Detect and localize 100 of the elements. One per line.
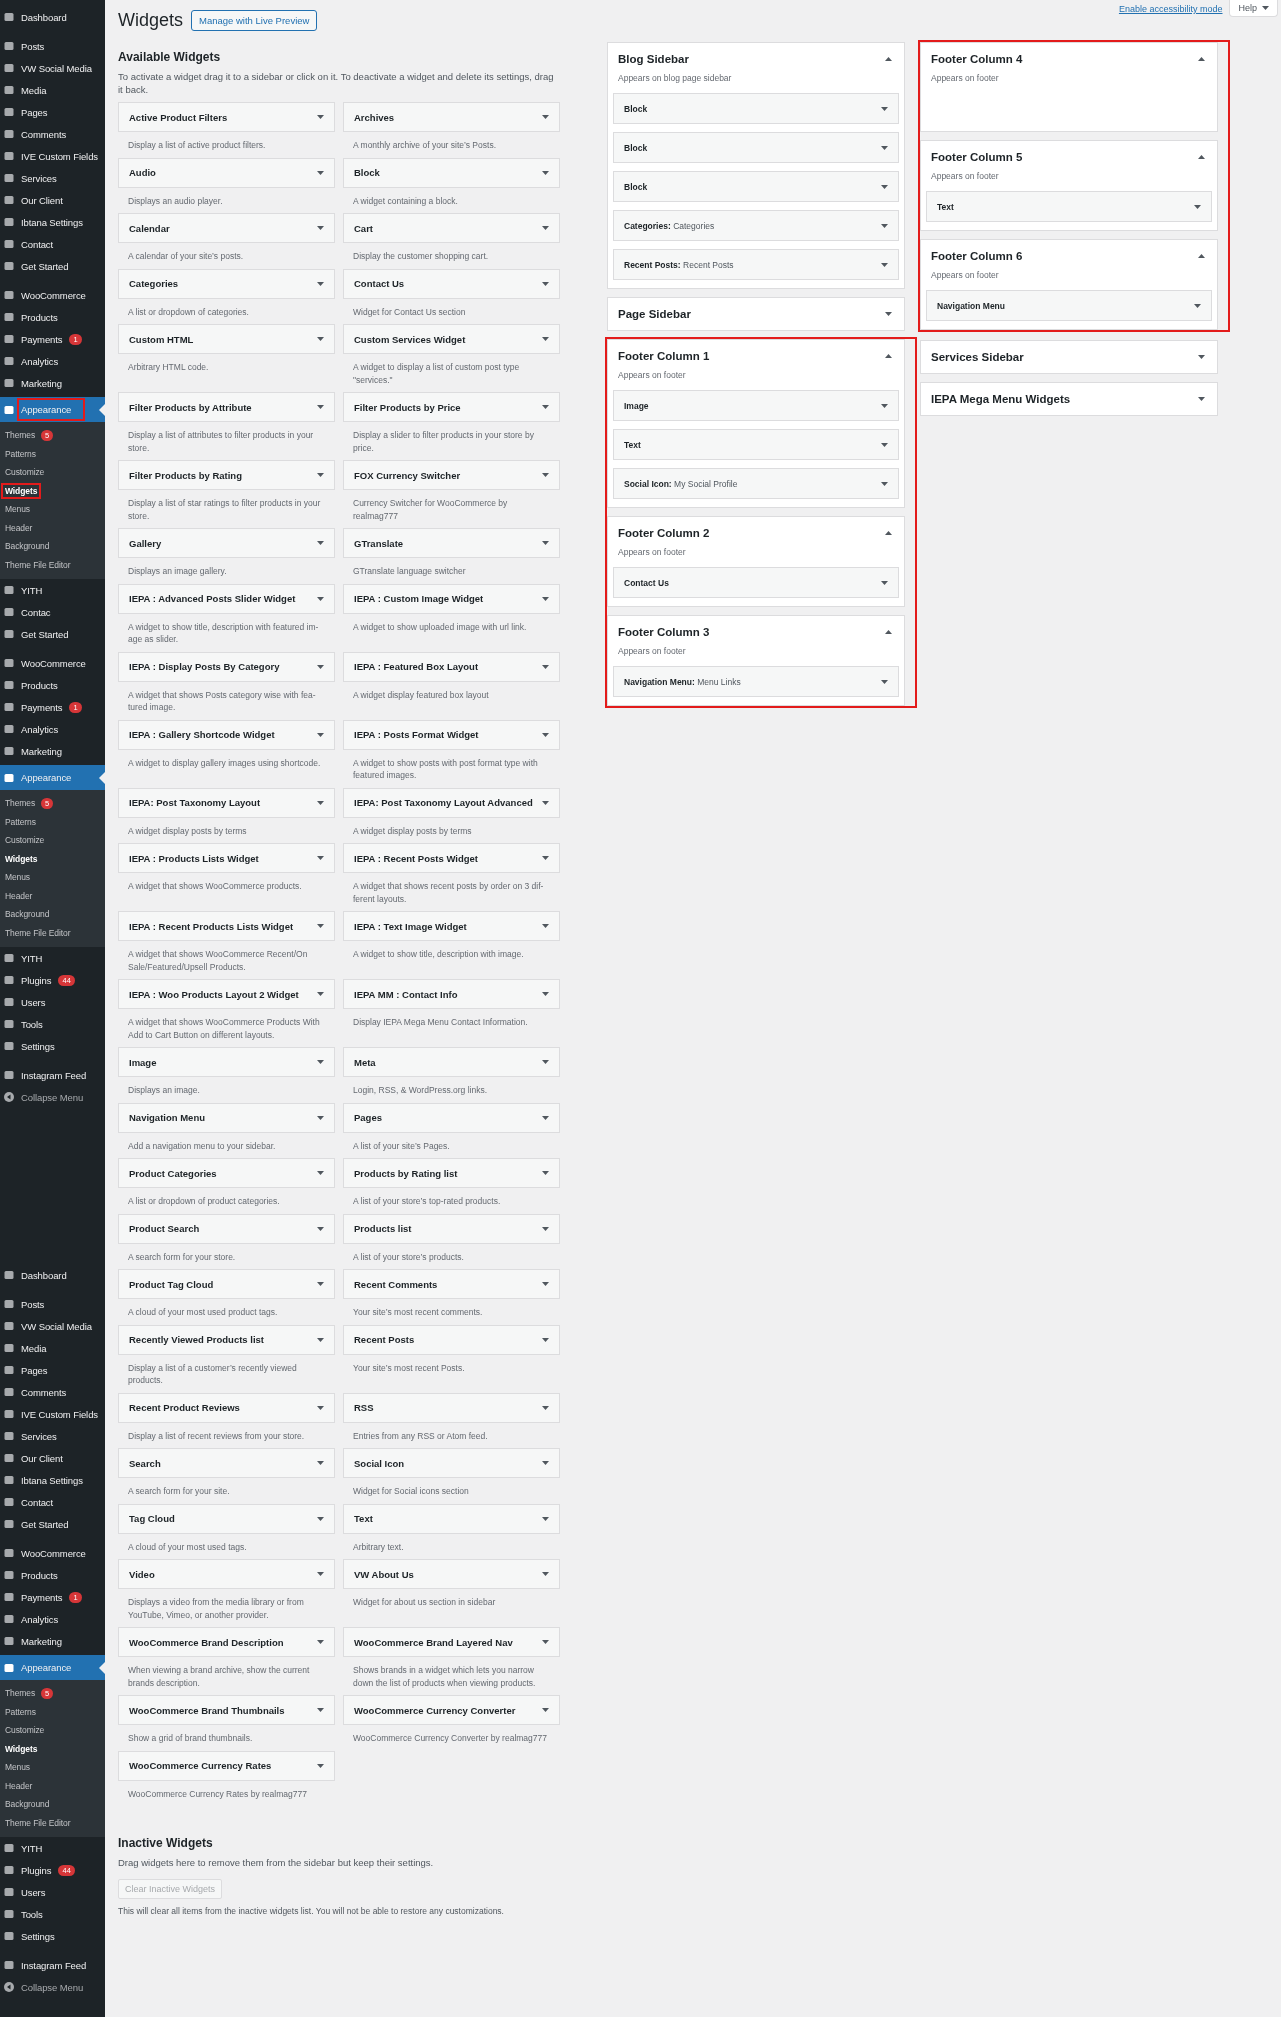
submenu-item[interactable]: Patterns xyxy=(3,447,38,460)
menu-item[interactable]: Get Started xyxy=(19,1517,71,1531)
menu-item[interactable]: Our Client xyxy=(19,1451,65,1465)
submenu-item[interactable]: Themes xyxy=(3,1687,38,1700)
menu-item[interactable]: Comments xyxy=(19,127,69,141)
widget-item[interactable]: Contact Us xyxy=(343,268,560,299)
menu-item[interactable]: Analytics xyxy=(19,1612,61,1626)
widget-item[interactable]: Block xyxy=(613,132,899,163)
submenu-item[interactable]: Background xyxy=(3,540,52,553)
menu-item[interactable]: Pages xyxy=(19,1363,50,1377)
submenu-item[interactable]: Theme File Editor xyxy=(3,1816,73,1829)
menu-item[interactable]: Instagram Feed xyxy=(19,1068,89,1082)
submenu-item[interactable]: Widgets xyxy=(3,484,40,497)
submenu-item[interactable]: Header xyxy=(3,1779,35,1792)
widget-item[interactable]: Navigation Menu: Menu Links xyxy=(613,666,899,697)
submenu-item[interactable]: Menus xyxy=(3,871,32,884)
help-button[interactable]: Help xyxy=(1229,0,1278,17)
submenu-item[interactable]: Header xyxy=(3,889,35,902)
area-title[interactable]: Footer Column 1 xyxy=(618,350,710,362)
widget-item[interactable]: WooCommerce Currency Converter xyxy=(343,1695,560,1725)
widget-item[interactable]: Meta xyxy=(343,1047,560,1077)
widget-item[interactable]: IEPA MM : Contact Info xyxy=(343,979,560,1009)
widget-item[interactable]: Recent Posts xyxy=(343,1324,560,1355)
widget-item[interactable]: Block xyxy=(613,93,899,124)
widget-item[interactable]: Categories xyxy=(118,268,335,299)
menu-item[interactable]: IVE Custom Fields xyxy=(19,1407,100,1421)
menu-item[interactable]: YITH xyxy=(19,583,45,597)
menu-item[interactable]: Pages xyxy=(19,105,50,119)
area-title[interactable]: Blog Sidebar xyxy=(618,53,689,65)
menu-item[interactable]: Comments xyxy=(19,1385,69,1399)
menu-item[interactable]: Marketing xyxy=(19,376,64,390)
widget-item[interactable]: Contact Us xyxy=(613,567,899,598)
widget-item[interactable]: IEPA : Recent Posts Widget xyxy=(343,843,560,873)
menu-item[interactable]: Posts xyxy=(19,39,47,53)
widget-item[interactable]: IEPA : Text Image Widget xyxy=(343,911,560,941)
menu-item[interactable]: Marketing xyxy=(19,1634,64,1648)
widget-item[interactable]: Recent Comments xyxy=(343,1269,560,1299)
menu-item[interactable]: Users xyxy=(19,1885,48,1899)
widget-item[interactable]: Tag Cloud xyxy=(118,1503,335,1534)
widget-item[interactable]: Recently Viewed Products list xyxy=(118,1324,335,1355)
widget-item[interactable]: Custom Services Widget xyxy=(343,324,560,354)
menu-item[interactable]: VW Social Media xyxy=(19,61,94,75)
submenu-item[interactable]: Customize xyxy=(3,466,47,479)
widget-item[interactable]: Image xyxy=(118,1047,335,1077)
widget-item[interactable]: WooCommerce Brand Layered Nav xyxy=(343,1627,560,1657)
menu-item[interactable]: WooCommerce xyxy=(19,1546,88,1560)
widget-item[interactable]: Categories: Categories xyxy=(613,210,899,241)
widget-item[interactable]: Recent Product Reviews xyxy=(118,1392,335,1423)
widget-item[interactable]: IEPA : Custom Image Widget xyxy=(343,583,560,614)
widget-item[interactable]: Pages xyxy=(343,1102,560,1133)
widget-item[interactable]: Product Categories xyxy=(118,1158,335,1188)
menu-item[interactable]: Collapse Menu xyxy=(19,1090,86,1104)
menu-item[interactable]: Products xyxy=(19,1568,60,1582)
menu-item[interactable]: Contact xyxy=(19,1495,56,1509)
submenu-item[interactable]: Header xyxy=(3,521,35,534)
menu-item[interactable]: Payments xyxy=(19,700,65,714)
accessibility-link[interactable]: Enable accessibility mode xyxy=(1118,4,1223,14)
menu-item[interactable]: Settings xyxy=(19,1929,57,1943)
menu-item[interactable]: Plugins xyxy=(19,973,54,987)
widget-item[interactable]: WooCommerce Brand Description xyxy=(118,1627,335,1657)
area-title[interactable]: Footer Column 5 xyxy=(931,151,1023,163)
submenu-item[interactable]: Patterns xyxy=(3,1705,38,1718)
widget-item[interactable]: Product Search xyxy=(118,1213,335,1244)
widget-item[interactable]: Custom HTML xyxy=(118,324,335,354)
widget-item[interactable]: Active Product Filters xyxy=(118,102,335,132)
widget-item[interactable]: Navigation Menu xyxy=(118,1102,335,1133)
menu-item[interactable]: IVE Custom Fields xyxy=(19,149,100,163)
widget-item[interactable]: Text xyxy=(926,191,1212,222)
menu-item[interactable]: Services xyxy=(19,1429,59,1443)
widget-item[interactable]: FOX Currency Switcher xyxy=(343,460,560,490)
live-preview-button[interactable]: Manage with Live Preview xyxy=(191,10,318,31)
widget-item[interactable]: RSS xyxy=(343,1392,560,1423)
widget-item[interactable]: Text xyxy=(613,429,899,460)
submenu-item[interactable]: Widgets xyxy=(3,852,40,865)
menu-item[interactable]: WooCommerce xyxy=(19,656,88,670)
widget-item[interactable]: Products by Rating list xyxy=(343,1158,560,1188)
widget-item[interactable]: Video xyxy=(118,1559,335,1589)
widget-item[interactable]: Filter Products by Attribute xyxy=(118,392,335,422)
menu-item[interactable]: Services xyxy=(19,171,59,185)
menu-item[interactable]: Payments xyxy=(19,332,65,346)
menu-item[interactable]: Tools xyxy=(19,1907,45,1921)
widget-item[interactable]: VW About Us xyxy=(343,1559,560,1589)
widget-item[interactable]: Social Icon xyxy=(343,1448,560,1478)
widget-item[interactable]: Product Tag Cloud xyxy=(118,1269,335,1299)
submenu-item[interactable]: Customize xyxy=(3,834,47,847)
menu-item[interactable]: YITH xyxy=(19,1841,45,1855)
widget-item[interactable]: Recent Posts: Recent Posts xyxy=(613,249,899,280)
menu-item[interactable]: Products xyxy=(19,310,60,324)
area-title[interactable]: Footer Column 2 xyxy=(618,527,710,539)
widget-item[interactable]: IEPA : Recent Products Lists Widget xyxy=(118,911,335,941)
menu-item[interactable]: WooCommerce xyxy=(19,288,88,302)
menu-item[interactable]: Contac xyxy=(19,605,53,619)
menu-item[interactable]: Users xyxy=(19,995,48,1009)
menu-item[interactable]: Media xyxy=(19,83,49,97)
widget-item[interactable]: Text xyxy=(343,1503,560,1534)
widget-item[interactable]: Archives xyxy=(343,102,560,132)
area-title[interactable]: Page Sidebar xyxy=(618,308,691,320)
menu-item[interactable]: Media xyxy=(19,1341,49,1355)
area-title[interactable]: IEPA Mega Menu Widgets xyxy=(931,393,1071,405)
menu-item[interactable]: Ibtana Settings xyxy=(19,215,85,229)
